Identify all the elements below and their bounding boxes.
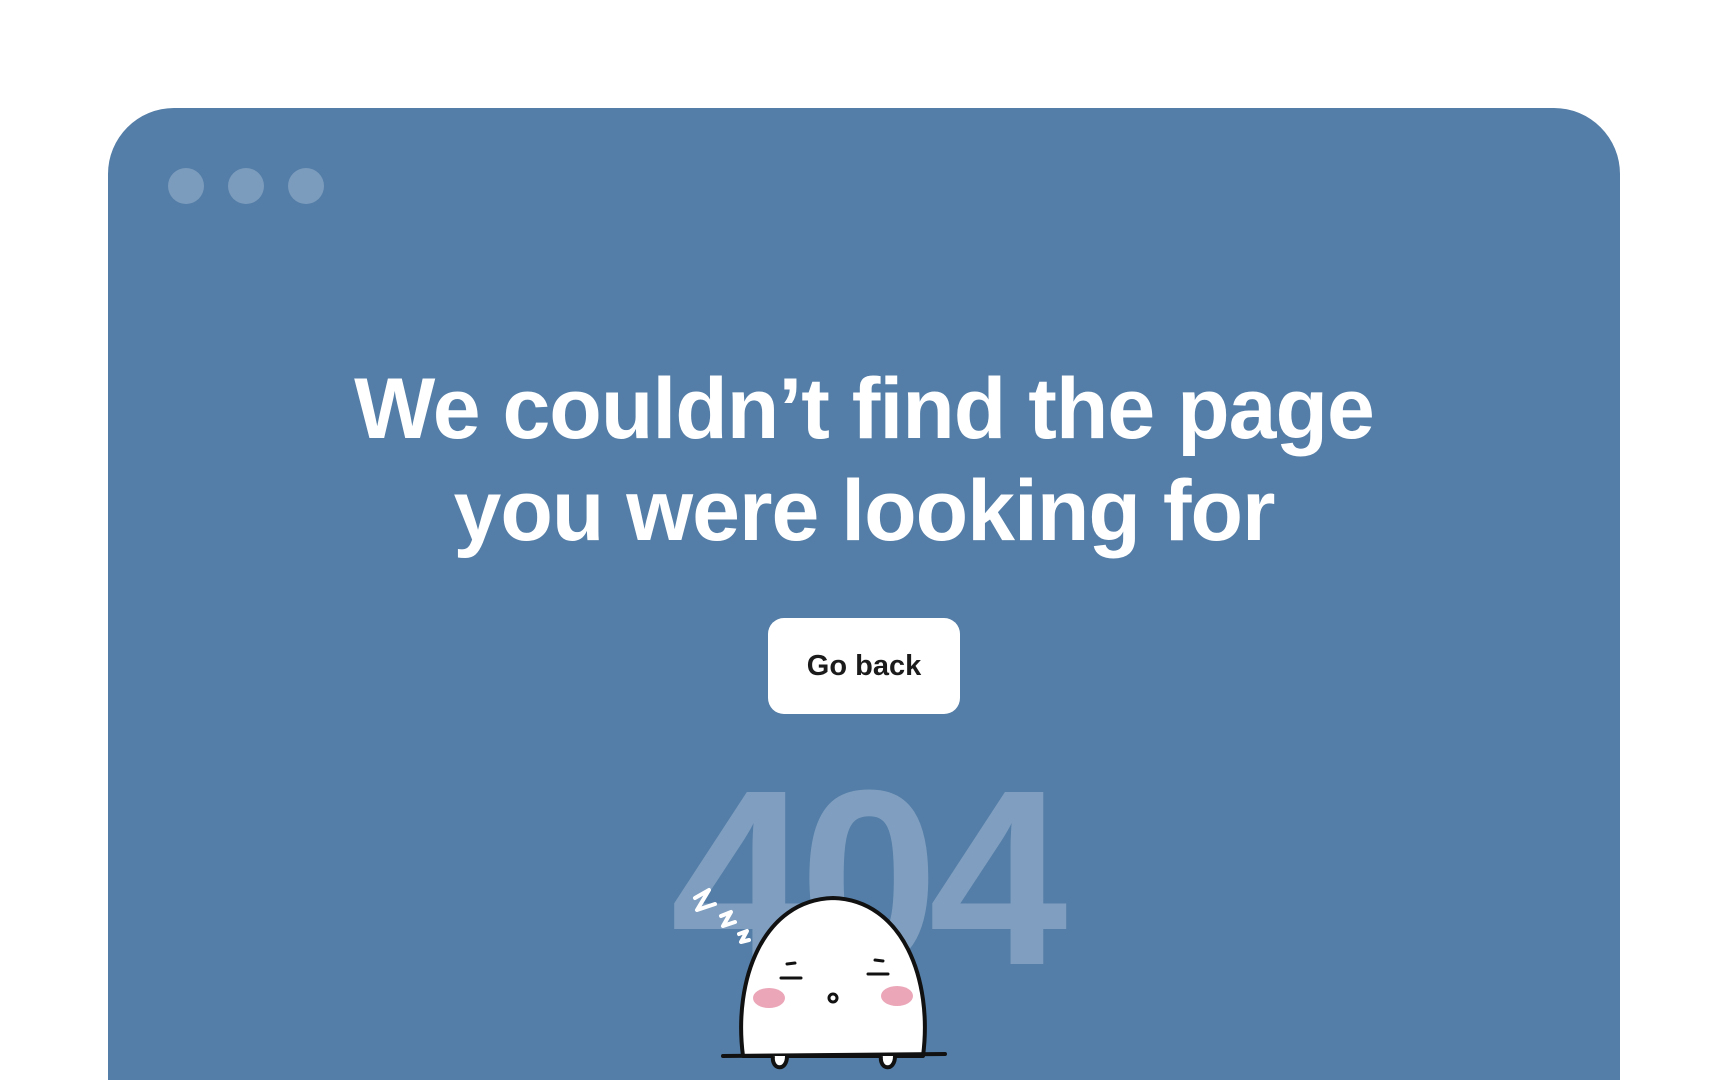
page: We couldn’t find the page you were looki… <box>0 0 1728 1080</box>
window-controls <box>168 168 324 204</box>
go-back-button[interactable]: Go back <box>768 618 960 714</box>
page-title-line-2: you were looking for <box>453 463 1276 559</box>
page-title: We couldn’t find the page you were looki… <box>108 358 1620 562</box>
page-title-line-1: We couldn’t find the page <box>354 361 1375 457</box>
window-dot-1 <box>168 168 204 204</box>
window-dot-3 <box>288 168 324 204</box>
browser-window-card: We couldn’t find the page you were looki… <box>108 108 1620 1080</box>
window-dot-2 <box>228 168 264 204</box>
zzz-icon <box>693 888 751 944</box>
sleeping-ghost-icon <box>693 888 947 1070</box>
